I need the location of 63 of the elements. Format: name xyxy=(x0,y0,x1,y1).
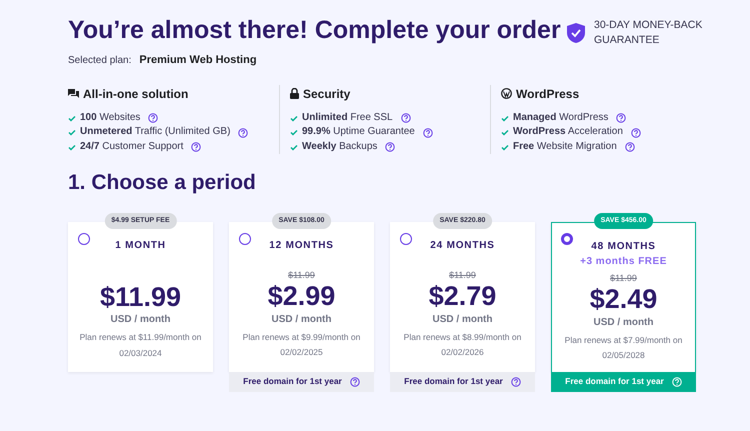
bonus-text: +3 months FREE xyxy=(579,254,668,269)
help-icon[interactable] xyxy=(238,128,248,138)
renewal-note: Plan renews at $11.99/month on 02/03/2024 xyxy=(78,331,202,360)
help-icon[interactable] xyxy=(191,142,202,152)
plan-card[interactable]: 12 MONTHS $11.99 $2.99 USD / month Plan renews at $9.99/month on 02/02/2025 xyxy=(229,222,374,372)
help-icon[interactable] xyxy=(616,113,626,124)
help-icon[interactable] xyxy=(385,142,396,152)
plan-card[interactable]: 1 MONTH $11.99 USD / month Plan renews at $11.99/month on 02/03/2024 xyxy=(68,222,213,372)
radio-button[interactable] xyxy=(561,232,573,245)
price-unit: USD / month xyxy=(592,316,654,330)
help-icon[interactable] xyxy=(400,113,411,124)
section-heading: 1. Choose a period xyxy=(68,170,257,196)
feature-item: 100 Websites xyxy=(80,110,140,125)
plan-card[interactable]: 48 MONTHS +3 months FREE $11.99 $2.49 USD / month Plan renews at $7.99/month on 02/05/2028 xyxy=(551,222,696,372)
plan-price: $11.99 xyxy=(98,282,182,312)
feature-item: Unlimited Free SSL xyxy=(302,110,393,125)
feature-title: WordPress xyxy=(516,86,580,103)
free-domain-note: Free domain for 1st year xyxy=(565,375,664,388)
feature-item: Unmetered Traffic (Unlimited GB) xyxy=(80,125,230,140)
free-domain-note: Free domain for 1st year xyxy=(404,375,503,388)
feature-item: WordPress Acceleration xyxy=(513,125,623,140)
radio-button[interactable] xyxy=(400,232,412,245)
old-price: $11.99 xyxy=(287,268,316,282)
renewal-note: Plan renews at $9.99/month on 02/02/2025 xyxy=(242,330,362,360)
help-icon[interactable] xyxy=(510,376,521,387)
help-icon[interactable] xyxy=(630,128,641,138)
price-unit: USD / month xyxy=(270,312,332,327)
radio-button[interactable] xyxy=(239,232,251,245)
radio-button[interactable] xyxy=(78,232,90,245)
feature-item: 24/7 Customer Support xyxy=(80,140,184,154)
help-icon[interactable] xyxy=(624,142,635,152)
plan-price: $2.79 xyxy=(428,282,498,312)
renewal-note: Plan renews at $8.99/month on 02/02/2026 xyxy=(402,330,522,360)
selected-plan-label: Selected plan: xyxy=(68,54,132,68)
shield-check-icon xyxy=(566,22,586,44)
feature-title: Security xyxy=(303,86,350,103)
page-title: You’re almost there! Complete your order xyxy=(68,15,561,46)
feature-item: Managed WordPress xyxy=(513,110,608,125)
plan-price: $2.49 xyxy=(588,285,658,315)
help-icon[interactable] xyxy=(148,113,158,124)
old-price: $11.99 xyxy=(448,268,477,282)
plan-card[interactable]: 24 MONTHS $11.99 $2.79 USD / month Plan renews at $8.99/month on 02/02/2026 xyxy=(390,222,535,372)
help-icon[interactable] xyxy=(422,128,433,138)
free-domain-note: Free domain for 1st year xyxy=(243,375,342,388)
help-icon[interactable] xyxy=(350,376,360,387)
renewal-note: Plan renews at $7.99/month on 02/05/2028 xyxy=(564,334,684,362)
plan-price: $2.99 xyxy=(266,282,336,312)
price-unit: USD / month xyxy=(110,313,172,328)
price-unit: USD / month xyxy=(432,312,494,327)
chat-icon xyxy=(68,88,79,99)
plan-duration: 12 MONTHS xyxy=(269,238,334,253)
feature-item: Weekly Backups xyxy=(302,140,378,154)
plan-duration: 1 MONTH xyxy=(115,238,166,253)
old-price: $11.99 xyxy=(609,272,638,285)
wordpress-icon xyxy=(501,88,512,100)
plan-duration: 24 MONTHS xyxy=(430,238,495,253)
lock-icon xyxy=(290,88,299,100)
guarantee-text: 30-DAY MONEY-BACK GUARANTEE xyxy=(594,18,704,48)
feature-title: All-in-one solution xyxy=(83,86,188,103)
feature-item: Free Website Migration xyxy=(513,140,617,154)
plan-duration: 48 MONTHS xyxy=(591,240,656,254)
selected-plan-name: Premium Web Hosting xyxy=(139,53,257,68)
feature-item: 99.9% Uptime Guarantee xyxy=(302,125,415,140)
